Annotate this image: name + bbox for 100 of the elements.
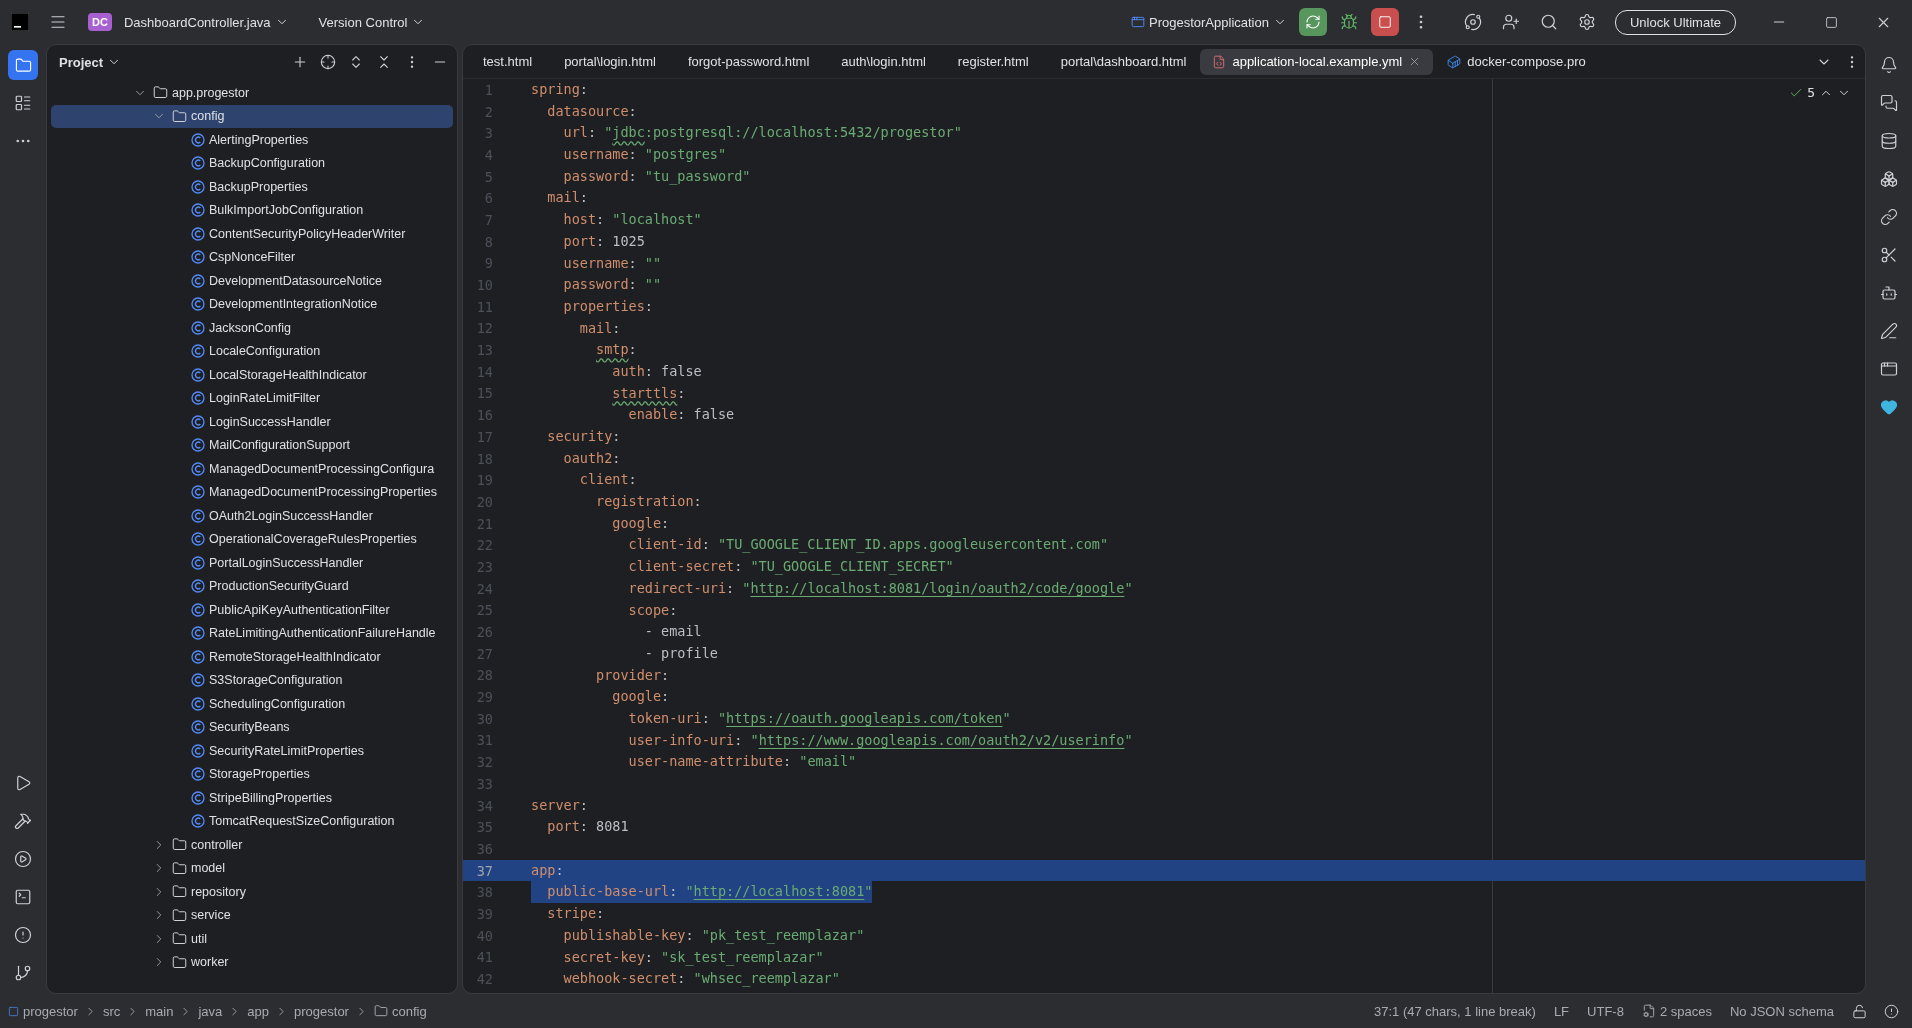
current-file-selector[interactable]: DashboardController.java bbox=[117, 8, 295, 36]
tree-item[interactable]: PublicApiKeyAuthenticationFilter bbox=[51, 598, 453, 622]
editor-tab[interactable]: auth\login.html bbox=[823, 48, 938, 75]
editor-tab[interactable]: portal\login.html bbox=[546, 48, 668, 75]
alert-icon[interactable] bbox=[1883, 1003, 1899, 1019]
unlock-button[interactable]: Unlock Ultimate bbox=[1614, 9, 1736, 35]
tree-item[interactable]: SchedulingConfiguration bbox=[51, 692, 453, 716]
tree-item[interactable]: S3StorageConfiguration bbox=[51, 668, 453, 692]
tree-item[interactable]: model bbox=[51, 856, 453, 880]
tree-item[interactable]: JacksonConfig bbox=[51, 316, 453, 340]
tree-item[interactable]: ContentSecurityPolicyHeaderWriter bbox=[51, 222, 453, 246]
tree-item[interactable]: SecurityBeans bbox=[51, 715, 453, 739]
tree-item[interactable]: StorageProperties bbox=[51, 762, 453, 786]
crosshair-icon[interactable] bbox=[320, 54, 336, 70]
tree-item[interactable]: CspNonceFilter bbox=[51, 245, 453, 269]
tree-item[interactable]: BackupProperties bbox=[51, 175, 453, 199]
bug-icon[interactable] bbox=[1339, 13, 1358, 31]
tree-item[interactable]: RateLimitingAuthenticationFailureHandle bbox=[51, 621, 453, 645]
database-icon[interactable] bbox=[1880, 132, 1898, 150]
breadcrumb[interactable]: main bbox=[145, 1003, 174, 1019]
run-config-selector[interactable]: ProgestorApplication bbox=[1125, 8, 1293, 36]
editor-tab[interactable]: register.html bbox=[939, 48, 1041, 75]
tree-item[interactable]: LocalStorageHealthIndicator bbox=[51, 363, 453, 387]
line-separator[interactable]: LF bbox=[1547, 1003, 1576, 1019]
link[interactable]: http://localhost:8081 bbox=[693, 883, 865, 900]
breadcrumb[interactable]: config bbox=[373, 1003, 427, 1019]
tree-item[interactable]: util bbox=[51, 927, 453, 951]
link-icon[interactable] bbox=[1880, 208, 1898, 226]
vcs-menu[interactable]: Version Control bbox=[312, 8, 432, 36]
project-tool-button[interactable] bbox=[8, 50, 38, 80]
menu-icon[interactable] bbox=[49, 13, 67, 31]
stop-button[interactable] bbox=[1370, 8, 1399, 36]
tree-item[interactable]: ManagedDocumentProcessingProperties bbox=[51, 480, 453, 504]
link[interactable]: https://www.googleapis.com/oauth2/v2/userinfo bbox=[758, 731, 1125, 748]
run-icon[interactable] bbox=[14, 774, 32, 792]
robot-icon[interactable] bbox=[1880, 284, 1898, 302]
tree-item[interactable]: LoginRateLimitFilter bbox=[51, 386, 453, 410]
editor-tab[interactable]: portal\dashboard.html bbox=[1042, 48, 1199, 75]
scissors-icon[interactable] bbox=[1880, 246, 1898, 264]
tree-item[interactable]: ManagedDocumentProcessingConfigura bbox=[51, 457, 453, 481]
git-branch-icon[interactable] bbox=[14, 964, 32, 982]
breadcrumb[interactable]: progestor bbox=[294, 1003, 349, 1019]
tree-item[interactable]: TomcatRequestSizeConfiguration bbox=[51, 809, 453, 833]
settings-icon[interactable] bbox=[1577, 13, 1596, 31]
tree-item[interactable]: MailConfigurationSupport bbox=[51, 433, 453, 457]
schema-selector[interactable]: No JSON schema bbox=[1723, 1003, 1840, 1019]
add-user-icon[interactable] bbox=[1501, 13, 1520, 31]
tree-item[interactable]: service bbox=[51, 903, 453, 927]
editor-tab[interactable]: application-local.example.yml bbox=[1200, 48, 1434, 75]
breadcrumb[interactable]: progestor bbox=[8, 1003, 78, 1019]
app-logo-icon[interactable] bbox=[11, 13, 29, 31]
project-view-selector[interactable]: Project bbox=[55, 50, 126, 74]
tree-item[interactable]: app.progestor bbox=[51, 81, 453, 105]
breadcrumb[interactable]: java bbox=[198, 1003, 223, 1019]
breadcrumb[interactable]: src bbox=[102, 1003, 121, 1019]
breadcrumb[interactable]: app bbox=[247, 1003, 269, 1019]
orbit-icon[interactable] bbox=[1463, 13, 1482, 31]
tree-item[interactable]: ProductionSecurityGuard bbox=[51, 574, 453, 598]
problems-icon[interactable] bbox=[14, 926, 32, 944]
link[interactable]: http://localhost:8081/login/oauth2/code/google bbox=[750, 579, 1125, 596]
window-icon[interactable] bbox=[1880, 360, 1898, 378]
tree-item[interactable]: LoginSuccessHandler bbox=[51, 410, 453, 434]
search-icon[interactable] bbox=[1539, 13, 1558, 31]
editor-tab[interactable]: docker-compose.pro bbox=[1435, 48, 1598, 75]
add-icon[interactable] bbox=[292, 54, 308, 70]
hammer-icon[interactable] bbox=[14, 812, 32, 830]
terminal-icon[interactable] bbox=[14, 888, 32, 906]
tree-item[interactable]: SecurityRateLimitProperties bbox=[51, 739, 453, 763]
inspection-count[interactable]: 5 bbox=[1807, 85, 1815, 100]
caret-position[interactable]: 37:1 (47 chars, 1 line break) bbox=[1368, 1003, 1542, 1019]
tree-item[interactable]: repository bbox=[51, 880, 453, 904]
notifications-icon[interactable] bbox=[1880, 56, 1898, 74]
tree-item[interactable]: StripeBillingProperties bbox=[51, 786, 453, 810]
tree-item[interactable]: DevelopmentIntegrationNotice bbox=[51, 292, 453, 316]
boxes-icon[interactable] bbox=[1880, 170, 1898, 188]
editor-tab[interactable]: forgot-password.html bbox=[669, 48, 822, 75]
pen-icon[interactable] bbox=[1880, 322, 1898, 340]
services-icon[interactable] bbox=[14, 850, 32, 868]
tree-item[interactable]: RemoteStorageHealthIndicator bbox=[51, 645, 453, 669]
link[interactable]: https://oauth.googleapis.com/token bbox=[726, 709, 1003, 726]
heart-icon[interactable] bbox=[1880, 398, 1898, 416]
tree-item[interactable]: DevelopmentDatasourceNotice bbox=[51, 269, 453, 293]
indent-setting[interactable]: 2 spaces bbox=[1635, 1003, 1718, 1019]
tree-item[interactable]: OperationalCoverageRulesProperties bbox=[51, 527, 453, 551]
file-encoding[interactable]: UTF-8 bbox=[1581, 1003, 1630, 1019]
rerun-button[interactable] bbox=[1298, 8, 1327, 36]
lock-icon[interactable] bbox=[1851, 1003, 1867, 1019]
tree-item[interactable]: BulkImportJobConfiguration bbox=[51, 198, 453, 222]
editor-tab[interactable]: test.html bbox=[465, 48, 545, 75]
tree-item[interactable]: controller bbox=[51, 833, 453, 857]
tree-item[interactable]: BackupConfiguration bbox=[51, 151, 453, 175]
tree-item[interactable]: OAuth2LoginSuccessHandler bbox=[51, 504, 453, 528]
tree-item[interactable]: config bbox=[51, 104, 453, 128]
tree-item[interactable]: PortalLoginSuccessHandler bbox=[51, 551, 453, 575]
maximize-icon[interactable] bbox=[1824, 15, 1838, 29]
structure-icon[interactable] bbox=[14, 94, 32, 112]
chat-icon[interactable] bbox=[1880, 94, 1898, 112]
tree-item[interactable]: worker bbox=[51, 950, 453, 974]
tree-item[interactable]: LocaleConfiguration bbox=[51, 339, 453, 363]
tree-item[interactable]: AlertingProperties bbox=[51, 128, 453, 152]
